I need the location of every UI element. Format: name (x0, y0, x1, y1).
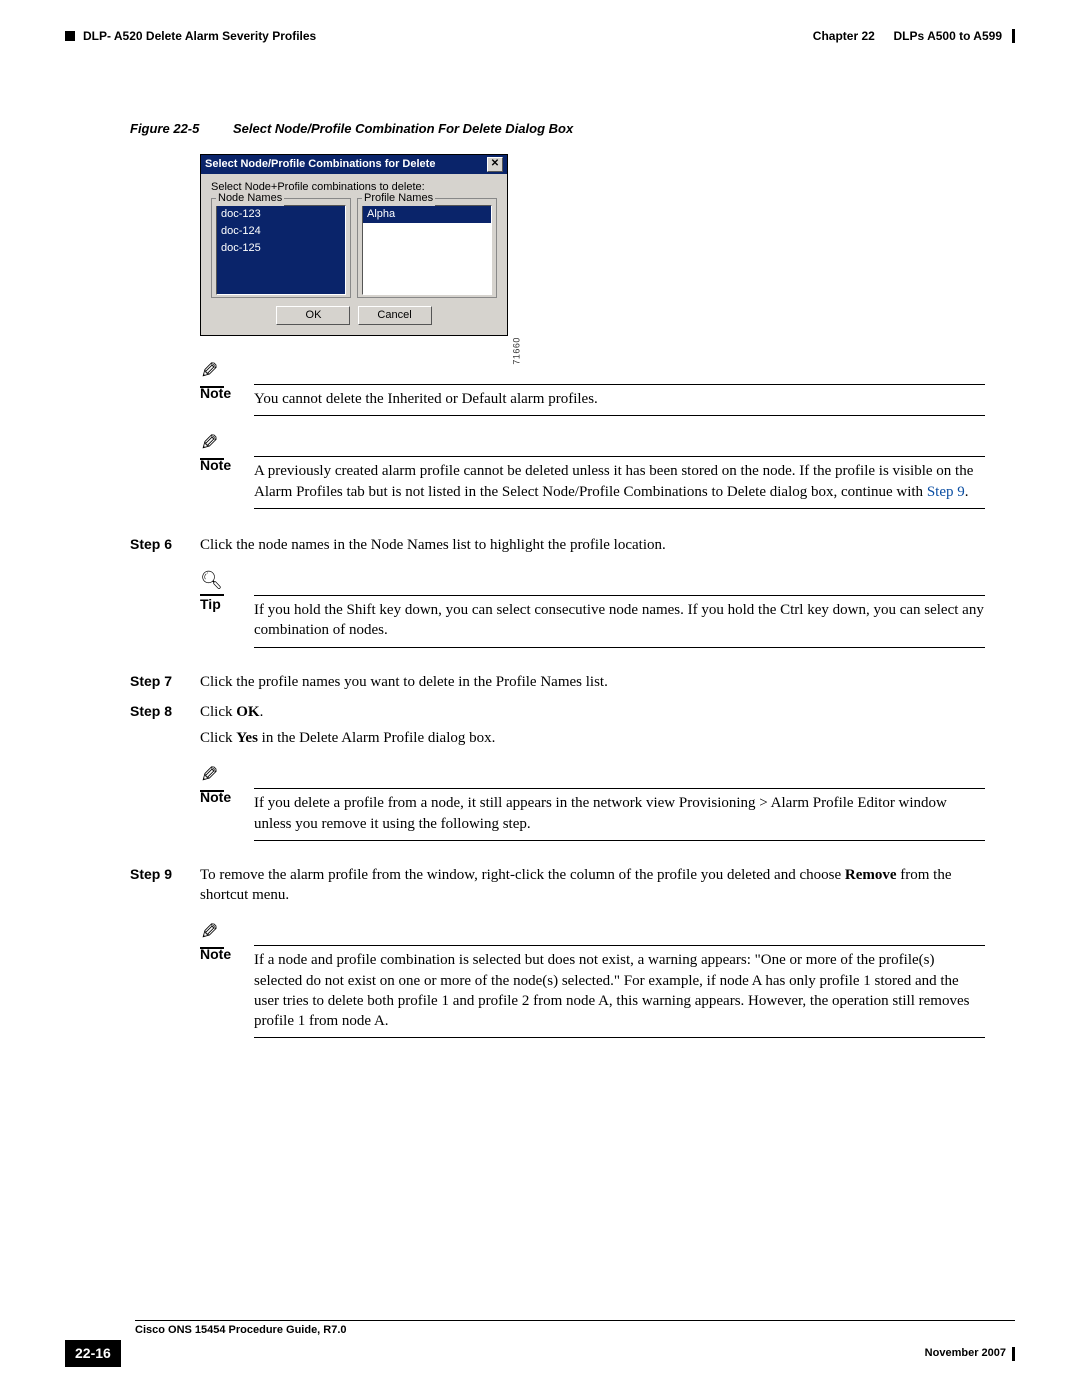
footer-guide: Cisco ONS 15454 Procedure Guide, R7.0 (135, 1323, 347, 1338)
note-text: A previously created alarm profile canno… (254, 461, 985, 502)
step-text: Click Yes in the Delete Alarm Profile di… (200, 728, 985, 748)
figure-caption: Figure 22-5 Select Node/Profile Combinat… (130, 120, 985, 138)
note-label: Note (200, 945, 231, 964)
note-label: Note (200, 456, 231, 475)
step-label: Step 8 (130, 702, 172, 721)
cancel-button[interactable]: Cancel (358, 306, 432, 325)
list-item[interactable]: doc-123 (217, 206, 345, 223)
step-label: Step 9 (130, 865, 172, 884)
list-item[interactable]: Alpha (363, 206, 491, 223)
page-footer: Cisco ONS 15454 Procedure Guide, R7.0 22… (65, 1320, 1015, 1367)
list-item[interactable]: doc-125 (217, 240, 345, 257)
ok-button[interactable]: OK (276, 306, 350, 325)
figure-title: Select Node/Profile Combination For Dele… (233, 121, 573, 136)
footer-date: November 2007 (925, 1346, 1006, 1361)
node-names-list[interactable]: doc-123 doc-124 doc-125 (216, 205, 346, 295)
page-number: 22-16 (65, 1340, 121, 1367)
note-text: You cannot delete the Inherited or Defau… (254, 389, 985, 409)
step-link[interactable]: Step 9 (927, 484, 965, 500)
node-names-group: Node Names doc-123 doc-124 doc-125 (211, 198, 351, 298)
dialog-title-text: Select Node/Profile Combinations for Del… (205, 157, 435, 172)
step-text: To remove the alarm profile from the win… (200, 865, 985, 906)
header-range: DLPs A500 to A599 (894, 28, 1003, 44)
figure-image-id: 71660 (511, 337, 523, 365)
step-text: Click OK. (200, 702, 985, 722)
step-text: Click the profile names you want to dele… (200, 672, 985, 692)
dialog-titlebar: Select Node/Profile Combinations for Del… (201, 155, 507, 174)
dialog-close-button[interactable]: ✕ (487, 157, 503, 172)
node-names-label: Node Names (216, 191, 284, 206)
profile-names-label: Profile Names (362, 191, 435, 206)
step-label: Step 6 (130, 535, 172, 554)
step-text: Click the node names in the Node Names l… (200, 535, 985, 555)
magnify-icon (200, 567, 224, 596)
page-header: DLP- A520 Delete Alarm Severity Profiles… (65, 28, 1015, 44)
tip-text: If you hold the Shift key down, you can … (254, 600, 985, 641)
step-label: Step 7 (130, 672, 172, 691)
note-text: If a node and profile combination is sel… (254, 950, 985, 1031)
note-label: Note (200, 788, 231, 807)
figure-label: Figure 22-5 (130, 121, 229, 136)
delete-dialog: 71660 Select Node/Profile Combinations f… (200, 154, 508, 337)
content-area: Figure 22-5 Select Node/Profile Combinat… (130, 120, 985, 1038)
header-marker (65, 31, 75, 41)
profile-names-group: Profile Names Alpha (357, 198, 497, 298)
tip-label: Tip (200, 595, 221, 614)
profile-names-list[interactable]: Alpha (362, 205, 492, 295)
note-text: If you delete a profile from a node, it … (254, 793, 985, 834)
footer-tick (1012, 1347, 1015, 1361)
header-chapter: Chapter 22 (813, 28, 875, 44)
header-tick (1012, 29, 1015, 43)
list-item[interactable]: doc-124 (217, 223, 345, 240)
note-label: Note (200, 384, 231, 403)
header-section-title: DLP- A520 Delete Alarm Severity Profiles (83, 28, 316, 44)
